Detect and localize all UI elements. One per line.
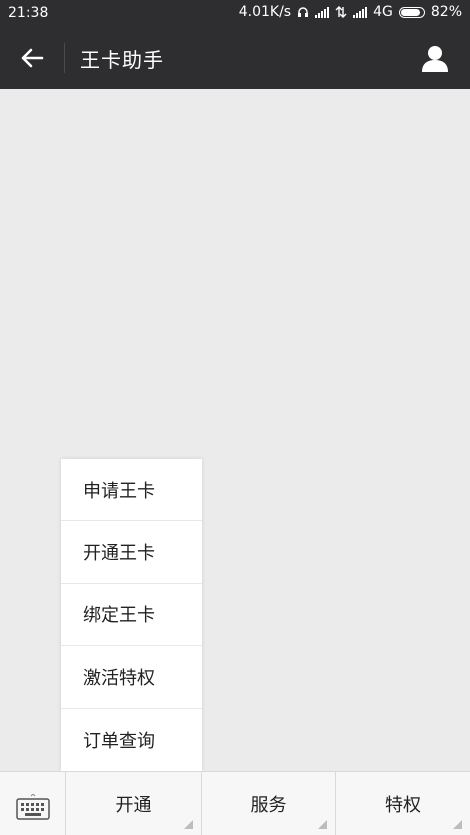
- tab-open-label: 开通: [115, 794, 152, 816]
- data-transfer-icon: [335, 6, 347, 18]
- submenu-indicator-icon: [453, 820, 462, 829]
- headphone-icon: [298, 7, 309, 17]
- battery-level: 82%: [430, 4, 462, 20]
- signal-icon: [315, 6, 330, 18]
- page-title: 王卡助手: [80, 48, 164, 72]
- back-arrow-icon[interactable]: [18, 44, 46, 72]
- menu-item-bind-card[interactable]: 绑定王卡: [61, 584, 202, 647]
- menu-item-open-card[interactable]: 开通王卡: [61, 521, 202, 584]
- tab-service-label: 服务: [250, 794, 287, 816]
- tab-open[interactable]: 开通: [66, 772, 202, 835]
- app-header: 王卡助手: [0, 27, 470, 89]
- keyboard-icon: [16, 794, 50, 820]
- tab-privilege[interactable]: 特权: [336, 772, 470, 835]
- header-divider: [64, 43, 65, 73]
- submenu-indicator-icon: [318, 820, 327, 829]
- battery-icon: [398, 6, 425, 18]
- status-bar: 21:38 4.01K/s 4G 82%: [0, 0, 470, 27]
- keyboard-toggle-button[interactable]: [0, 772, 66, 835]
- status-time: 21:38: [8, 5, 49, 21]
- tab-service[interactable]: 服务: [202, 772, 336, 835]
- tab-privilege-label: 特权: [385, 794, 421, 816]
- signal-icon-2: [353, 6, 368, 18]
- menu-item-apply-card[interactable]: 申请王卡: [61, 459, 202, 522]
- menu-item-activate-privilege[interactable]: 激活特权: [61, 646, 202, 709]
- menu-item-order-query[interactable]: 订单查询: [61, 709, 202, 771]
- network-type: 4G: [373, 4, 393, 20]
- bottom-menu-bar: 开通 服务 特权: [0, 771, 470, 835]
- submenu-popup: 申请王卡 开通王卡 绑定王卡 激活特权 订单查询: [61, 459, 202, 771]
- status-indicators: 4.01K/s 4G 82%: [239, 4, 462, 20]
- submenu-indicator-icon: [184, 820, 193, 829]
- user-profile-icon[interactable]: [420, 43, 450, 73]
- net-speed: 4.01K/s: [238, 4, 292, 20]
